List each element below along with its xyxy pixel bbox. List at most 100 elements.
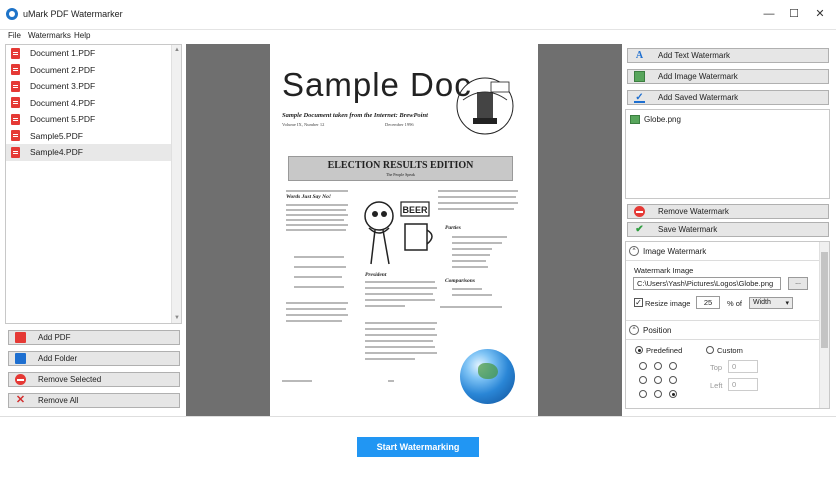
pdf-file-icon (11, 130, 20, 142)
position-top-right-radio[interactable] (669, 362, 677, 370)
watermark-image-label: Watermark Image (634, 266, 694, 275)
preview-text-line (286, 224, 348, 226)
preview-text-line (294, 286, 344, 288)
preview-text-line (365, 328, 435, 330)
document-list[interactable]: Document 1.PDF Document 2.PDF Document 3… (5, 44, 182, 324)
list-item[interactable]: Sample5.PDF (6, 128, 181, 145)
watermark-image-path-field[interactable]: C:\Users\Yash\Pictures\Logos\Globe.png (633, 277, 781, 290)
add-folder-button[interactable]: Add Folder (8, 351, 180, 366)
cartoon-clipart-image: BEER (364, 201, 433, 265)
scroll-down-icon[interactable]: ▼ (174, 315, 180, 321)
preview-column-heading: Comparisons (445, 278, 475, 284)
preview-date: December 1996 (385, 122, 414, 127)
window-title: uMark PDF Watermarker (23, 9, 123, 19)
preview-text-line (286, 229, 346, 231)
pdf-file-icon (11, 146, 20, 158)
remove-watermark-button[interactable]: Remove Watermark (627, 204, 829, 219)
position-middle-left-radio[interactable] (639, 376, 647, 384)
document-name: Sample5.PDF (30, 130, 83, 141)
preview-text-line (286, 314, 348, 316)
list-item-selected[interactable]: Sample4.PDF (6, 144, 181, 161)
list-item[interactable]: Document 5.PDF (6, 111, 181, 128)
preview-text-line (286, 302, 348, 304)
resize-image-label: Resize image (645, 299, 691, 308)
remove-selected-button[interactable]: Remove Selected (8, 372, 180, 387)
preview-text-line (365, 358, 415, 360)
position-top-center-radio[interactable] (654, 362, 662, 370)
scroll-up-icon[interactable]: ▲ (174, 47, 180, 53)
maximize-button[interactable]: ☐ (786, 6, 802, 22)
pdf-file-icon (11, 97, 20, 109)
list-item[interactable]: Globe.png (630, 115, 681, 124)
image-watermark-section-header[interactable]: ^ Image Watermark (629, 246, 706, 256)
add-saved-watermark-button[interactable]: ✓ Add Saved Watermark (627, 90, 829, 105)
image-icon (634, 71, 645, 82)
preview-text-line (365, 299, 435, 301)
minimize-button[interactable]: — (761, 6, 777, 22)
position-bottom-left-radio[interactable] (639, 390, 647, 398)
pdf-file-icon (11, 80, 20, 92)
preview-text-line (365, 346, 435, 348)
list-item[interactable]: Document 3.PDF (6, 78, 181, 95)
collapse-icon[interactable]: ^ (629, 246, 639, 256)
document-name: Document 5.PDF (30, 114, 96, 125)
left-offset-input[interactable]: 0 (728, 378, 758, 391)
top-offset-input[interactable]: 0 (728, 360, 758, 373)
menu-bar: File Watermarks Help (0, 30, 836, 43)
preview-text-line (286, 219, 344, 221)
preview-text-line (365, 322, 437, 324)
preview-text-line (286, 209, 346, 211)
preview-text-line (286, 320, 342, 322)
preview-text-line (365, 352, 437, 354)
start-watermarking-button[interactable]: Start Watermarking (357, 437, 479, 457)
document-list-scrollbar[interactable]: ▲ ▼ (171, 45, 181, 323)
list-item[interactable]: Document 2.PDF (6, 62, 181, 79)
preview-footer-line (282, 380, 312, 382)
collapse-icon[interactable]: ^ (629, 325, 639, 335)
custom-radio[interactable] (706, 346, 714, 354)
pdf-preview-area[interactable]: Sample Doc Sample Document taken from th… (186, 44, 622, 416)
position-bottom-center-radio[interactable] (654, 390, 662, 398)
preview-text-line (365, 287, 437, 289)
position-middle-center-radio[interactable] (654, 376, 662, 384)
position-section-header[interactable]: ^ Position (629, 325, 671, 335)
document-name: Document 4.PDF (30, 97, 96, 108)
watermark-list[interactable]: Globe.png (625, 109, 830, 199)
remove-all-button[interactable]: ✕ Remove All (8, 393, 180, 408)
brewery-clipart-image (456, 77, 514, 135)
properties-scrollbar[interactable] (819, 242, 829, 408)
list-item[interactable]: Document 4.PDF (6, 95, 181, 112)
top-offset-label: Top (710, 363, 723, 372)
position-bottom-right-radio[interactable] (669, 390, 677, 398)
divider (626, 260, 821, 261)
position-top-left-radio[interactable] (639, 362, 647, 370)
add-image-watermark-button[interactable]: Add Image Watermark (627, 69, 829, 84)
add-image-watermark-label: Add Image Watermark (658, 72, 738, 81)
close-button[interactable]: ✕ (812, 6, 828, 22)
preview-text-line (365, 305, 405, 307)
resize-image-checkbox[interactable]: ✓ (634, 298, 643, 307)
menu-file[interactable]: File (8, 31, 21, 40)
menu-help[interactable]: Help (74, 31, 90, 40)
browse-button[interactable]: ... (788, 277, 808, 290)
resize-dimension-select[interactable]: Width (749, 297, 793, 309)
list-item[interactable]: Document 1.PDF (6, 45, 181, 62)
resize-percent-input[interactable]: 25 (696, 296, 720, 309)
scrollbar-thumb[interactable] (821, 252, 828, 348)
pdf-file-icon (11, 64, 20, 76)
preview-text-line (452, 288, 482, 290)
document-name: Sample4.PDF (30, 147, 83, 158)
document-name: Document 2.PDF (30, 64, 96, 75)
bottom-bar: Start Watermarking (0, 416, 836, 484)
preview-text-line (438, 202, 518, 204)
position-header: Position (643, 325, 672, 335)
divider (626, 339, 821, 340)
preview-banner-title: ELECTION RESULTS EDITION (327, 160, 474, 171)
predefined-radio[interactable] (635, 346, 643, 354)
menu-watermarks[interactable]: Watermarks (28, 31, 71, 40)
position-middle-right-radio[interactable] (669, 376, 677, 384)
add-text-watermark-button[interactable]: A Add Text Watermark (627, 48, 829, 63)
save-watermark-button[interactable]: ✔ Save Watermark (627, 222, 829, 237)
add-pdf-button[interactable]: Add PDF (8, 330, 180, 345)
preview-text-line (294, 256, 344, 258)
